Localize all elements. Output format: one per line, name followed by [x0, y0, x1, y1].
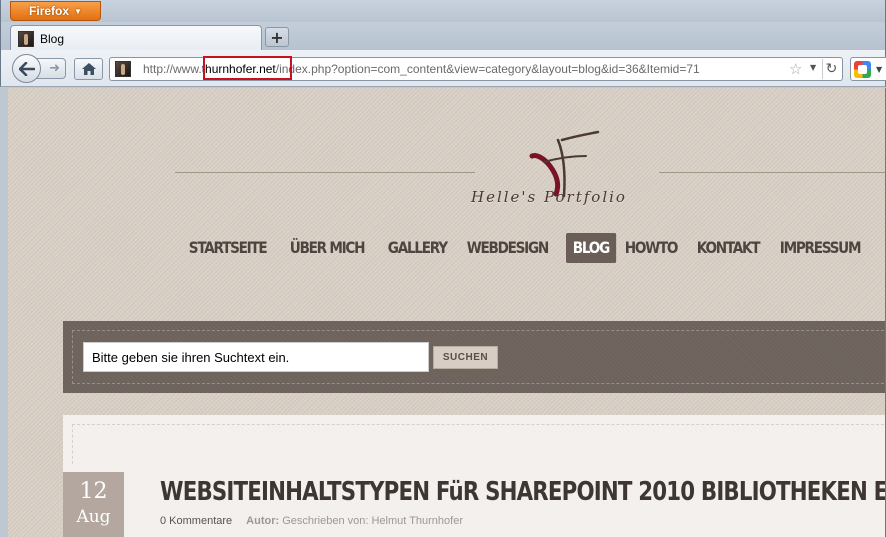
- back-forward-group: ➜: [12, 54, 68, 83]
- back-button[interactable]: [12, 54, 41, 83]
- url-suffix: /index.php?option=com_content&view=categ…: [275, 62, 700, 76]
- main-navigation: STARTSEITE ÜBER MICH GALLERY WEBDESIGN B…: [182, 233, 886, 263]
- article-title[interactable]: WEBSITEINHALTSTYPEN FüR SHAREPOINT 2010 …: [160, 477, 885, 507]
- site-search-input[interactable]: Bitte geben sie ihren Suchtext ein.: [83, 342, 429, 372]
- content-panel-border: [72, 424, 885, 464]
- search-engine-button[interactable]: ▼: [850, 57, 886, 81]
- bookmark-star-icon[interactable]: ☆: [789, 60, 802, 78]
- reload-button[interactable]: ↻: [822, 59, 840, 79]
- comments-link[interactable]: 0 Kommentare: [160, 515, 232, 527]
- home-button[interactable]: [74, 58, 103, 80]
- article-meta: 0 Kommentare Autor: Geschrieben von: Hel…: [160, 515, 463, 527]
- nav-item-gallery[interactable]: GALLERY: [381, 233, 454, 263]
- search-button[interactable]: SUCHEN: [433, 346, 498, 369]
- reload-icon: ↻: [825, 61, 838, 77]
- author-label: Autor:: [246, 515, 280, 527]
- date-badge: 12 Aug: [63, 472, 124, 537]
- tab-title: Blog: [40, 31, 65, 46]
- page-viewport: Helle's Portfolio STARTSEITE ÜBER MICH G…: [0, 88, 886, 537]
- home-icon: [81, 63, 96, 75]
- site-favicon-icon: [18, 30, 34, 47]
- tab-blog[interactable]: Blog: [10, 25, 262, 51]
- url-prefix: http://www.: [143, 62, 202, 76]
- chevron-down-icon: ▼: [74, 6, 82, 16]
- nav-item-blog[interactable]: BLOG: [565, 233, 616, 263]
- title-bar: Firefox ▼: [0, 0, 886, 22]
- tab-strip: Blog +: [0, 22, 886, 51]
- firefox-menu-button[interactable]: Firefox ▼: [10, 1, 101, 21]
- firefox-menu-label: Firefox: [29, 4, 70, 18]
- nav-item-impressum[interactable]: IMPRESSUM: [773, 233, 867, 263]
- author-name: Geschrieben von: Helmut Thurnhofer: [282, 515, 463, 527]
- nav-item-webdesign[interactable]: WEBDESIGN: [460, 233, 555, 263]
- nav-item-howto[interactable]: HOWTO: [618, 233, 684, 263]
- host-highlight-box: [203, 56, 292, 80]
- header-divider-left: [175, 172, 475, 173]
- arrow-right-icon: ➜: [49, 61, 60, 76]
- arrow-left-icon: [18, 61, 35, 76]
- nav-item-startseite[interactable]: STARTSEITE: [182, 233, 273, 263]
- header-divider-right: [659, 172, 885, 173]
- nav-item-truncated[interactable]: S: [878, 233, 886, 263]
- date-month: Aug: [76, 507, 111, 527]
- date-day: 12: [79, 479, 108, 504]
- history-dropdown-icon[interactable]: ▼: [810, 63, 816, 72]
- new-tab-button[interactable]: +: [265, 27, 289, 47]
- nav-item-kontakt[interactable]: KONTAKT: [690, 233, 766, 263]
- navigation-toolbar: ➜ http://www.thurnhofer.net/index.php?op…: [0, 50, 886, 87]
- plus-icon: +: [270, 27, 284, 47]
- logo-text[interactable]: Helle's Portfolio: [471, 188, 627, 206]
- url-bar[interactable]: http://www.thurnhofer.net/index.php?opti…: [109, 56, 843, 81]
- nav-item-ueber-mich[interactable]: ÜBER MICH: [283, 233, 371, 263]
- google-icon: [854, 61, 871, 78]
- site-identity-icon[interactable]: [115, 61, 131, 77]
- chevron-down-icon: ▼: [876, 65, 883, 74]
